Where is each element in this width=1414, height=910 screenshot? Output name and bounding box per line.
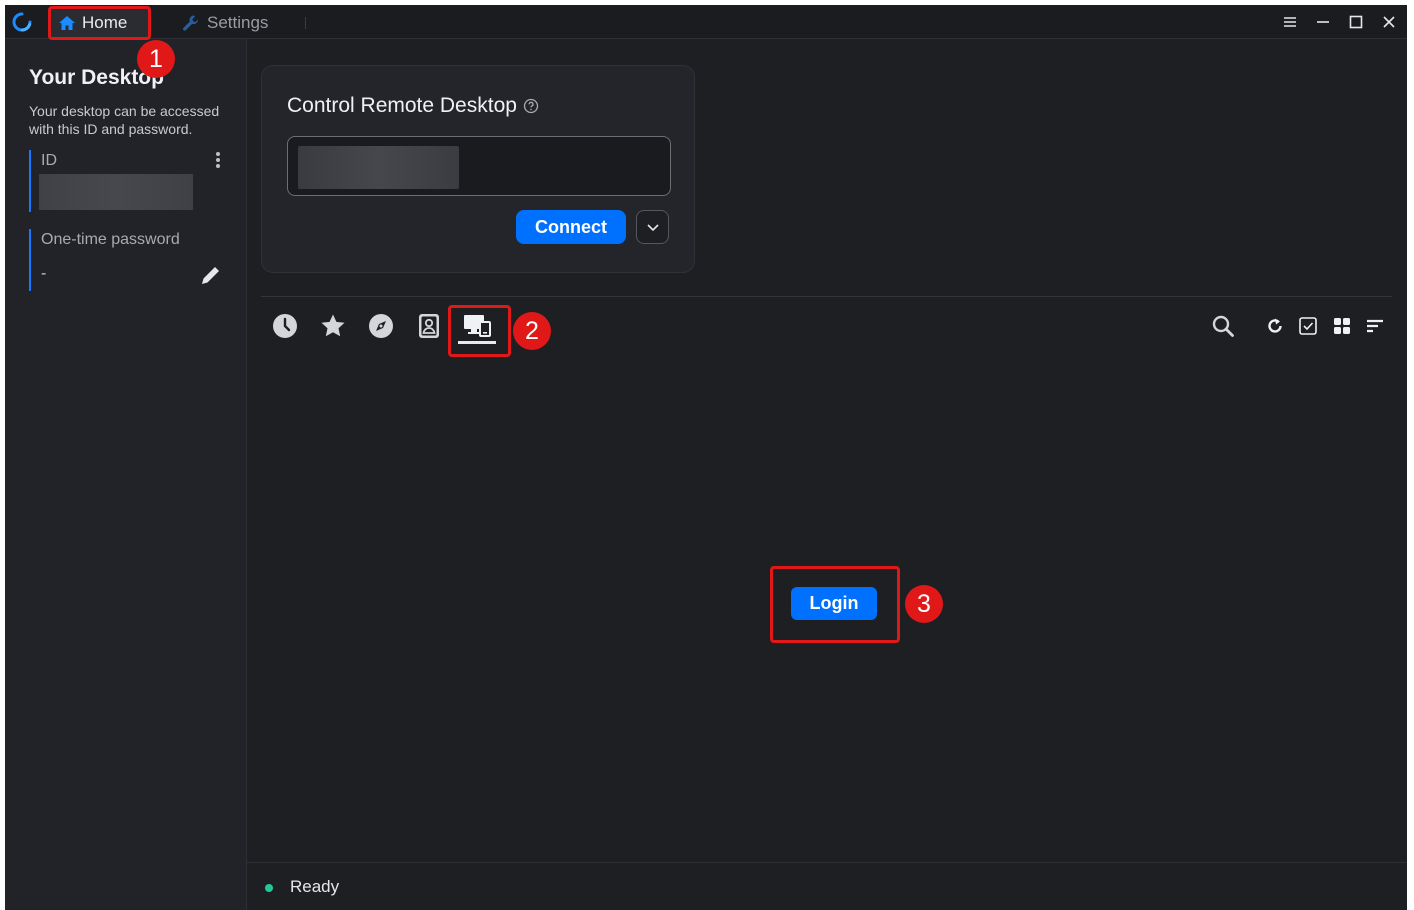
edit-pencil-icon[interactable] xyxy=(199,263,223,287)
app-window: Home Settings Your Desktop Your desktop … xyxy=(5,5,1407,910)
history-icon xyxy=(273,314,297,338)
refresh-icon xyxy=(1268,318,1282,333)
search-button[interactable] xyxy=(1209,312,1237,340)
tab-recent-sessions[interactable] xyxy=(271,312,299,340)
title-bar: Home Settings xyxy=(5,5,1407,39)
menu-button[interactable] xyxy=(1277,9,1302,35)
maximize-icon xyxy=(1349,15,1362,29)
window-controls xyxy=(1277,9,1401,35)
maximize-button[interactable] xyxy=(1343,9,1368,35)
annotation-badge-1: 1 xyxy=(137,40,175,78)
password-section: One-time password - xyxy=(29,229,229,291)
remote-id-input[interactable] xyxy=(287,136,671,196)
refresh-button[interactable] xyxy=(1261,312,1289,340)
annotation-highlight-home-tab xyxy=(48,6,151,40)
sort-button[interactable] xyxy=(1361,312,1389,340)
tab-settings-label: Settings xyxy=(207,13,269,32)
control-remote-title: Control Remote Desktop xyxy=(287,94,517,117)
compass-icon xyxy=(369,314,393,338)
tab-favorites[interactable] xyxy=(319,312,347,340)
id-section: ID xyxy=(29,150,229,212)
chevron-down-icon xyxy=(646,224,659,232)
minimize-button[interactable] xyxy=(1310,9,1335,35)
password-value: - xyxy=(41,265,47,282)
grid-view-icon xyxy=(1334,318,1350,334)
close-icon xyxy=(1382,16,1395,28)
left-panel: Your Desktop Your desktop can be accesse… xyxy=(5,39,247,910)
password-label: One-time password xyxy=(41,231,180,248)
your-desktop-description: Your desktop can be accessed with this I… xyxy=(29,103,220,137)
section-divider xyxy=(261,296,1392,297)
help-icon[interactable] xyxy=(523,98,539,114)
close-button[interactable] xyxy=(1376,9,1401,35)
sort-icon xyxy=(1367,319,1383,333)
annotation-badge-2: 2 xyxy=(513,312,551,350)
annotation-highlight-login xyxy=(770,566,900,643)
control-remote-title-row: Control Remote Desktop xyxy=(287,94,539,118)
id-value-redacted[interactable] xyxy=(39,174,193,210)
annotation-badge-3: 3 xyxy=(905,585,943,623)
tab-settings[interactable]: Settings xyxy=(173,9,276,37)
star-icon xyxy=(321,314,345,337)
tab-discovered[interactable] xyxy=(367,312,395,340)
checkbox-icon xyxy=(1299,317,1317,335)
select-button[interactable] xyxy=(1294,312,1322,340)
grid-view-button[interactable] xyxy=(1328,312,1356,340)
kebab-menu-icon[interactable] xyxy=(211,150,225,172)
wrench-icon xyxy=(183,15,199,31)
annotation-highlight-devices-tab xyxy=(448,305,511,357)
tab-address-book[interactable] xyxy=(415,312,443,340)
status-indicator-dot xyxy=(265,884,273,892)
search-icon xyxy=(1212,315,1234,337)
connect-options-dropdown[interactable] xyxy=(636,210,669,244)
app-logo-icon xyxy=(12,12,32,32)
connect-button[interactable]: Connect xyxy=(516,210,626,244)
control-remote-card: Control Remote Desktop Connect xyxy=(261,65,695,273)
tab-separator xyxy=(305,17,306,29)
status-text: Ready xyxy=(290,877,340,896)
minimize-icon xyxy=(1316,21,1329,23)
status-bar: Ready xyxy=(247,862,1407,910)
address-book-icon xyxy=(419,314,439,338)
id-label: ID xyxy=(41,152,57,169)
hamburger-icon xyxy=(1283,17,1296,27)
